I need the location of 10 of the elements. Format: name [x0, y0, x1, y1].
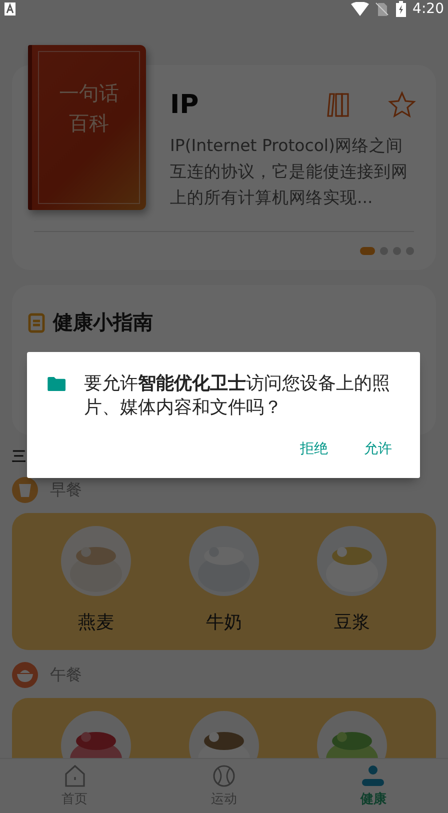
food-name: 牛奶	[206, 611, 242, 634]
dialog-message: 要允许智能优化卫士访问您设备上的照片、媒体内容和文件吗？	[84, 372, 392, 420]
entry-description: IP(Internet Protocol)网络之间互连的协议，它是能使连接到网上的所有计算机网络实现...	[170, 135, 409, 209]
clock-time: 4:20	[412, 1, 444, 17]
entry-title: IP	[170, 90, 200, 120]
food-name: 燕麦	[78, 611, 114, 634]
cover-text: 百科	[69, 110, 109, 136]
food-name: 豆浆	[334, 611, 370, 634]
section-title: 三	[12, 449, 26, 465]
section-title: 健康小指南	[53, 309, 153, 336]
